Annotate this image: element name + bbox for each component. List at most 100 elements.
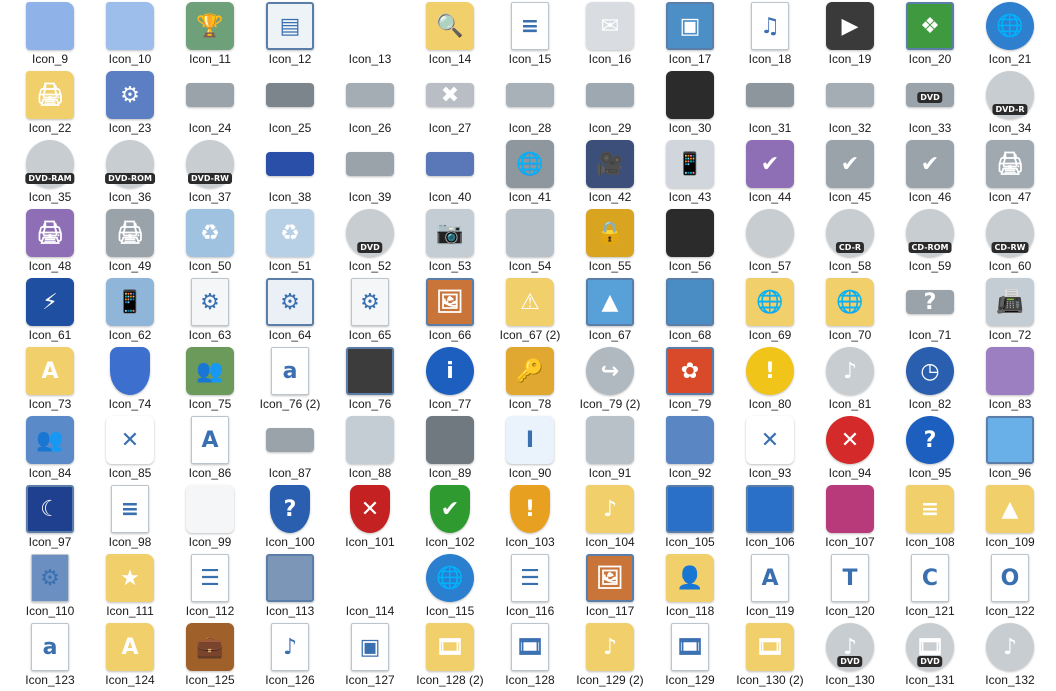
desktop-icon-item[interactable]: ≡ Icon_108: [890, 483, 970, 552]
desktop-icon-item[interactable]: ↪ Icon_79 (2): [570, 345, 650, 414]
desktop-icon-item[interactable]: 📷 Icon_53: [410, 207, 490, 276]
desktop-icon-item[interactable]: 🌐 Icon_115: [410, 552, 490, 621]
desktop-icon-item[interactable]: ✔ Icon_45: [810, 138, 890, 207]
desktop-icon-item[interactable]: DVD-ROM Icon_36: [90, 138, 170, 207]
desktop-icon-item[interactable]: ▲ Icon_109: [970, 483, 1050, 552]
desktop-icon-item[interactable]: T Icon_120: [810, 552, 890, 621]
desktop-icon-item[interactable]: 🖨 Icon_49: [90, 207, 170, 276]
desktop-icon-item[interactable]: ♪ Icon_104: [570, 483, 650, 552]
desktop-icon-item[interactable]: ▣ Icon_17: [650, 0, 730, 69]
desktop-icon-item[interactable]: ▲ Icon_67: [570, 276, 650, 345]
desktop-icon-item[interactable]: ⚙ Icon_110: [10, 552, 90, 621]
desktop-icon-item[interactable]: Icon_83: [970, 345, 1050, 414]
desktop-icon-item[interactable]: Icon_54: [490, 207, 570, 276]
desktop-icon-item[interactable]: 👥 Icon_84: [10, 414, 90, 483]
desktop-icon-item[interactable]: Icon_89: [410, 414, 490, 483]
desktop-icon-item[interactable]: Icon_107: [810, 483, 890, 552]
desktop-icon-item[interactable]: Icon_13: [330, 0, 410, 69]
desktop-icon-item[interactable]: ★ Icon_111: [90, 552, 170, 621]
desktop-icon-item[interactable]: ⚡ Icon_61: [10, 276, 90, 345]
desktop-icon-item[interactable]: ♪ Icon_132: [970, 621, 1050, 690]
desktop-icon-item[interactable]: A Icon_86: [170, 414, 250, 483]
desktop-icon-item[interactable]: ☰ Icon_116: [490, 552, 570, 621]
desktop-icon-item[interactable]: Icon_74: [90, 345, 170, 414]
desktop-icon-item[interactable]: 📱 Icon_62: [90, 276, 170, 345]
desktop-icon-item[interactable]: ? Icon_95: [890, 414, 970, 483]
desktop-icon-item[interactable]: ▣ Icon_127: [330, 621, 410, 690]
desktop-icon-item[interactable]: Icon_30: [650, 69, 730, 138]
desktop-icon-item[interactable]: ? Icon_100: [250, 483, 330, 552]
desktop-icon-item[interactable]: ☾ Icon_97: [10, 483, 90, 552]
desktop-icon-item[interactable]: Icon_9: [10, 0, 90, 69]
desktop-icon-item[interactable]: Icon_114: [330, 552, 410, 621]
desktop-icon-item[interactable]: ✕ Icon_85: [90, 414, 170, 483]
desktop-icon-item[interactable]: Icon_29: [570, 69, 650, 138]
desktop-icon-item[interactable]: ✕ Icon_93: [730, 414, 810, 483]
desktop-icon-item[interactable]: ♻ Icon_50: [170, 207, 250, 276]
desktop-icon-item[interactable]: Icon_32: [810, 69, 890, 138]
desktop-icon-item[interactable]: Icon_10: [90, 0, 170, 69]
desktop-icon-item[interactable]: 🎞 Icon_129: [650, 621, 730, 690]
desktop-icon-item[interactable]: DVD Icon_33: [890, 69, 970, 138]
desktop-icon-item[interactable]: Icon_88: [330, 414, 410, 483]
desktop-icon-item[interactable]: ☰ Icon_112: [170, 552, 250, 621]
desktop-icon-item[interactable]: Icon_87: [250, 414, 330, 483]
desktop-icon-item[interactable]: Icon_68: [650, 276, 730, 345]
desktop-icon-item[interactable]: ✕ Icon_101: [330, 483, 410, 552]
desktop-icon-item[interactable]: 🎞 Icon_128 (2): [410, 621, 490, 690]
desktop-icon-item[interactable]: Icon_57: [730, 207, 810, 276]
desktop-icon-item[interactable]: ✔ Icon_46: [890, 138, 970, 207]
desktop-icon-item[interactable]: i Icon_77: [410, 345, 490, 414]
desktop-icon-item[interactable]: 🎞 DVD Icon_131: [890, 621, 970, 690]
desktop-icon-item[interactable]: ⚙ Icon_65: [330, 276, 410, 345]
desktop-icon-item[interactable]: A Icon_119: [730, 552, 810, 621]
desktop-icon-item[interactable]: Icon_96: [970, 414, 1050, 483]
desktop-icon-item[interactable]: Icon_28: [490, 69, 570, 138]
desktop-icon-item[interactable]: 🔍 Icon_14: [410, 0, 490, 69]
desktop-icon-item[interactable]: Icon_26: [330, 69, 410, 138]
desktop-icon-item[interactable]: I Icon_90: [490, 414, 570, 483]
desktop-icon-item[interactable]: ⚙ Icon_63: [170, 276, 250, 345]
desktop-icon-item[interactable]: ♻ Icon_51: [250, 207, 330, 276]
desktop-icon-item[interactable]: ≡ Icon_98: [90, 483, 170, 552]
desktop-icon-item[interactable]: ♪ Icon_129 (2): [570, 621, 650, 690]
desktop-icon-item[interactable]: 🌐 Icon_70: [810, 276, 890, 345]
desktop-icon-item[interactable]: ♪ Icon_81: [810, 345, 890, 414]
desktop-icon-item[interactable]: ♫ Icon_18: [730, 0, 810, 69]
desktop-icon-item[interactable]: 🖨 Icon_22: [10, 69, 90, 138]
desktop-icon-item[interactable]: Icon_106: [730, 483, 810, 552]
desktop-icon-item[interactable]: 🎞 Icon_130 (2): [730, 621, 810, 690]
desktop-icon-item[interactable]: ✿ Icon_79: [650, 345, 730, 414]
desktop-icon-item[interactable]: 👥 Icon_75: [170, 345, 250, 414]
desktop-icon-item[interactable]: A Icon_73: [10, 345, 90, 414]
desktop-icon-item[interactable]: O Icon_122: [970, 552, 1050, 621]
desktop-icon-item[interactable]: ⚙ Icon_64: [250, 276, 330, 345]
desktop-icon-item[interactable]: Icon_99: [170, 483, 250, 552]
desktop-icon-item[interactable]: ◷ Icon_82: [890, 345, 970, 414]
desktop-icon-item[interactable]: DVD Icon_52: [330, 207, 410, 276]
desktop-icon-item[interactable]: ✔ Icon_44: [730, 138, 810, 207]
desktop-icon-item[interactable]: 🏆 Icon_11: [170, 0, 250, 69]
desktop-icon-item[interactable]: CD-ROM Icon_59: [890, 207, 970, 276]
desktop-icon-item[interactable]: 🖨 Icon_48: [10, 207, 90, 276]
desktop-icon-item[interactable]: ▶ Icon_19: [810, 0, 890, 69]
desktop-icon-item[interactable]: ❖ Icon_20: [890, 0, 970, 69]
desktop-icon-item[interactable]: Icon_92: [650, 414, 730, 483]
desktop-icon-item[interactable]: a Icon_123: [10, 621, 90, 690]
desktop-icon-item[interactable]: 🔑 Icon_78: [490, 345, 570, 414]
desktop-icon-item[interactable]: A Icon_124: [90, 621, 170, 690]
desktop-icon-item[interactable]: ! Icon_80: [730, 345, 810, 414]
desktop-icon-item[interactable]: 🌐 Icon_41: [490, 138, 570, 207]
desktop-icon-item[interactable]: Icon_56: [650, 207, 730, 276]
desktop-icon-item[interactable]: Icon_91: [570, 414, 650, 483]
desktop-icon-item[interactable]: ♪ Icon_126: [250, 621, 330, 690]
desktop-icon-item[interactable]: ≡ Icon_15: [490, 0, 570, 69]
desktop-icon-item[interactable]: 🔒 Icon_55: [570, 207, 650, 276]
desktop-icon-item[interactable]: Icon_25: [250, 69, 330, 138]
desktop-icon-item[interactable]: DVD-RAM Icon_35: [10, 138, 90, 207]
desktop-icon-item[interactable]: Icon_38: [250, 138, 330, 207]
desktop-icon-item[interactable]: 🖨 Icon_47: [970, 138, 1050, 207]
desktop-icon-item[interactable]: 📱 Icon_43: [650, 138, 730, 207]
desktop-icon-item[interactable]: 🎥 Icon_42: [570, 138, 650, 207]
desktop-icon-item[interactable]: ▤ Icon_12: [250, 0, 330, 69]
